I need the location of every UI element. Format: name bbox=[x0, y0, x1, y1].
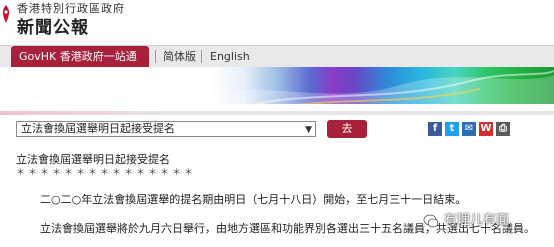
hksar-emblem-icon bbox=[2, 5, 10, 23]
page-header: 香港特別行政區政府 新聞公報 bbox=[0, 0, 554, 44]
title-divider-stars: ＊＊＊＊＊＊＊＊＊＊＊＊＊＊＊ bbox=[16, 168, 197, 178]
site-title[interactable]: 新聞公報 bbox=[17, 18, 89, 38]
government-name: 香港特別行政區政府 bbox=[17, 2, 125, 15]
chevron-down-icon: ▼ bbox=[305, 125, 312, 135]
article-title: 立法會換屆選舉明日起接受提名 bbox=[16, 153, 170, 166]
print-icon[interactable]: ⎙ bbox=[496, 122, 510, 136]
nav-separator bbox=[155, 50, 156, 63]
banner-spacer bbox=[0, 104, 554, 111]
weibo-icon[interactable]: W bbox=[479, 122, 493, 136]
english-link[interactable]: English bbox=[210, 46, 250, 67]
nav-separator bbox=[201, 50, 202, 63]
simplified-chinese-link[interactable]: 简体版 bbox=[163, 46, 196, 67]
banner-divider bbox=[0, 111, 554, 115]
email-icon[interactable]: ✉ bbox=[462, 122, 476, 136]
go-button[interactable]: 去 bbox=[327, 120, 367, 138]
twitter-icon[interactable]: t bbox=[445, 122, 459, 136]
article-paragraph-1: 二○二○年立法會換屆選舉的提名期由明日（七月十八日）開始，至七月三十一日結束。 bbox=[40, 193, 467, 206]
wechat-watermark-icon bbox=[423, 214, 439, 228]
govhk-link[interactable]: GovHK 香港政府一站通 bbox=[11, 46, 149, 67]
source-watermark: 有理儿有面 bbox=[444, 213, 510, 228]
press-release-select[interactable]: 立法會換屆選舉明日起接受提名 ▼ bbox=[16, 121, 316, 137]
facebook-icon[interactable]: f bbox=[428, 122, 442, 136]
top-navigation: GovHK 香港政府一站通 简体版 English bbox=[0, 45, 554, 67]
select-value: 立法會換屆選舉明日起接受提名 bbox=[21, 122, 175, 135]
